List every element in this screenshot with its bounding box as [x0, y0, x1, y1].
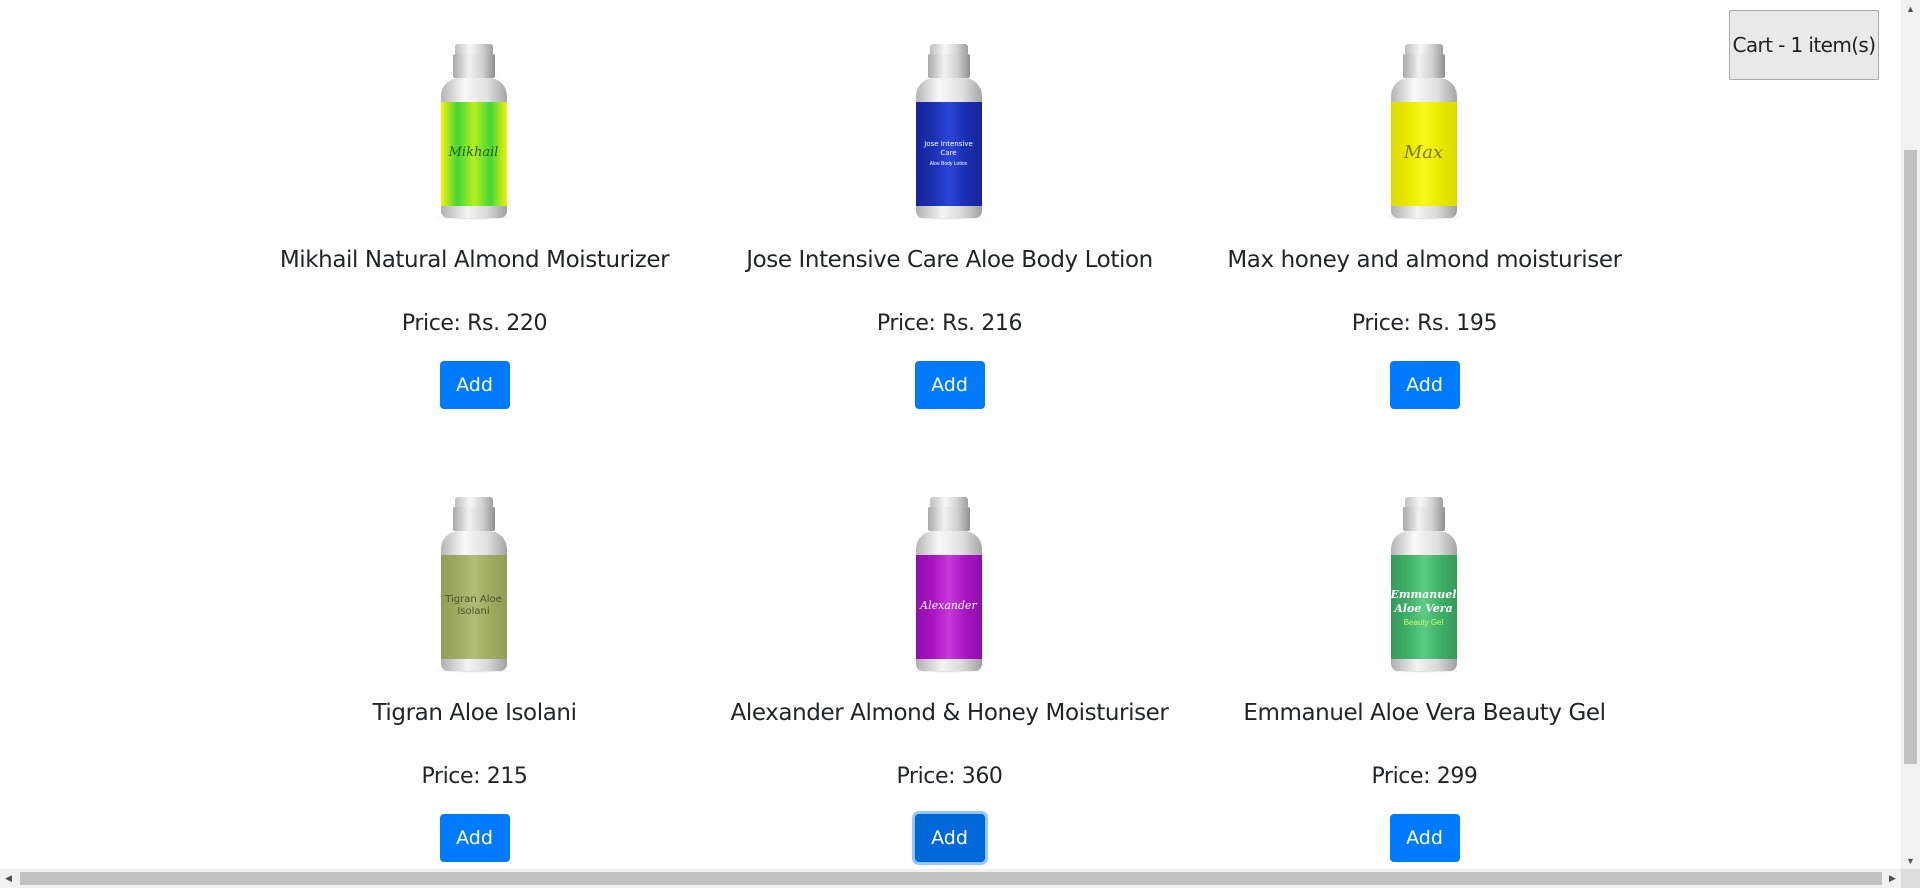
product-name: Jose Intensive Care Aloe Body Lotion — [746, 247, 1153, 273]
bottle-label-subtext: Aloe Body Lotion — [929, 161, 968, 167]
product-grid: Mikhail Mikhail Natural Almond Moisturiz… — [0, 0, 1901, 869]
product-card: Jose Intensive Care Aloe Body Lotion Jos… — [712, 44, 1187, 409]
product-card: Max Max honey and almond moisturiser Pri… — [1187, 44, 1662, 409]
vertical-scrollbar[interactable]: ▲ ▼ — [1901, 0, 1920, 869]
add-to-cart-button[interactable]: Add — [439, 814, 510, 862]
bottle-label: Jose Intensive Care Aloe Body Lotion — [915, 102, 982, 206]
scrollbar-corner — [1901, 869, 1920, 888]
product-price: Price: 360 — [896, 764, 1003, 789]
bottle-label: Emmanuel Aloe Vera Beauty Gel — [1390, 555, 1457, 659]
product-image: Tigran Aloe Isolani — [430, 497, 517, 673]
bottle-label-text: Tigran Aloe Isolani — [445, 593, 502, 617]
product-card: Emmanuel Aloe Vera Beauty Gel Emmanuel A… — [1187, 497, 1662, 862]
product-price: Price: 299 — [1371, 764, 1478, 789]
add-to-cart-button[interactable]: Add — [439, 361, 510, 409]
horizontal-scroll-thumb[interactable] — [20, 872, 1882, 885]
scroll-right-arrow-icon[interactable]: ▶ — [1884, 869, 1901, 888]
product-image: Mikhail — [430, 44, 517, 220]
product-price: Price: Rs. 216 — [876, 311, 1023, 336]
bottle-label-text: Mikhail — [448, 144, 499, 160]
product-name: Max honey and almond moisturiser — [1227, 247, 1622, 273]
bottle-label-text: Jose Intensive Care — [924, 140, 973, 157]
product-image: Jose Intensive Care Aloe Body Lotion — [905, 44, 992, 220]
product-card: Mikhail Mikhail Natural Almond Moisturiz… — [237, 44, 712, 409]
bottle-label-text: Emmanuel Aloe Vera — [1390, 588, 1457, 615]
product-image: Alexander — [905, 497, 992, 673]
bottle-label-text: Alexander — [920, 598, 977, 612]
scroll-down-arrow-icon[interactable]: ▼ — [1901, 852, 1920, 869]
bottle-label: Max — [1390, 102, 1457, 206]
product-name: Alexander Almond & Honey Moisturiser — [730, 700, 1169, 726]
bottle-label-subtext: Beauty Gel — [1403, 618, 1444, 627]
bottle-label: Tigran Aloe Isolani — [440, 555, 507, 659]
scroll-left-arrow-icon[interactable]: ◀ — [0, 869, 17, 888]
product-image: Emmanuel Aloe Vera Beauty Gel — [1380, 497, 1467, 673]
horizontal-scrollbar[interactable]: ◀ ▶ — [0, 869, 1901, 888]
product-name: Emmanuel Aloe Vera Beauty Gel — [1243, 700, 1606, 726]
bottle-label-text: Max — [1403, 141, 1444, 163]
add-to-cart-button[interactable]: Add — [914, 361, 985, 409]
product-image: Max — [1380, 44, 1467, 220]
product-price: Price: Rs. 195 — [1351, 311, 1498, 336]
bottle-label: Alexander — [915, 555, 982, 659]
add-to-cart-button[interactable]: Add — [1389, 814, 1460, 862]
add-to-cart-button[interactable]: Add — [914, 814, 985, 862]
product-name: Tigran Aloe Isolani — [372, 700, 577, 726]
bottle-label: Mikhail — [440, 102, 507, 206]
product-name: Mikhail Natural Almond Moisturizer — [279, 247, 670, 273]
product-card: Alexander Alexander Almond & Honey Moist… — [712, 497, 1187, 862]
product-card: Tigran Aloe Isolani Tigran Aloe Isolani … — [237, 497, 712, 862]
product-price: Price: 215 — [421, 764, 528, 789]
vertical-scroll-thumb[interactable] — [1904, 150, 1917, 764]
product-price: Price: Rs. 220 — [401, 311, 548, 336]
scroll-up-arrow-icon[interactable]: ▲ — [1901, 0, 1920, 17]
cart-button[interactable]: Cart - 1 item(s) — [1729, 10, 1879, 80]
page-viewport: Mikhail Mikhail Natural Almond Moisturiz… — [0, 0, 1901, 869]
add-to-cart-button[interactable]: Add — [1389, 361, 1460, 409]
